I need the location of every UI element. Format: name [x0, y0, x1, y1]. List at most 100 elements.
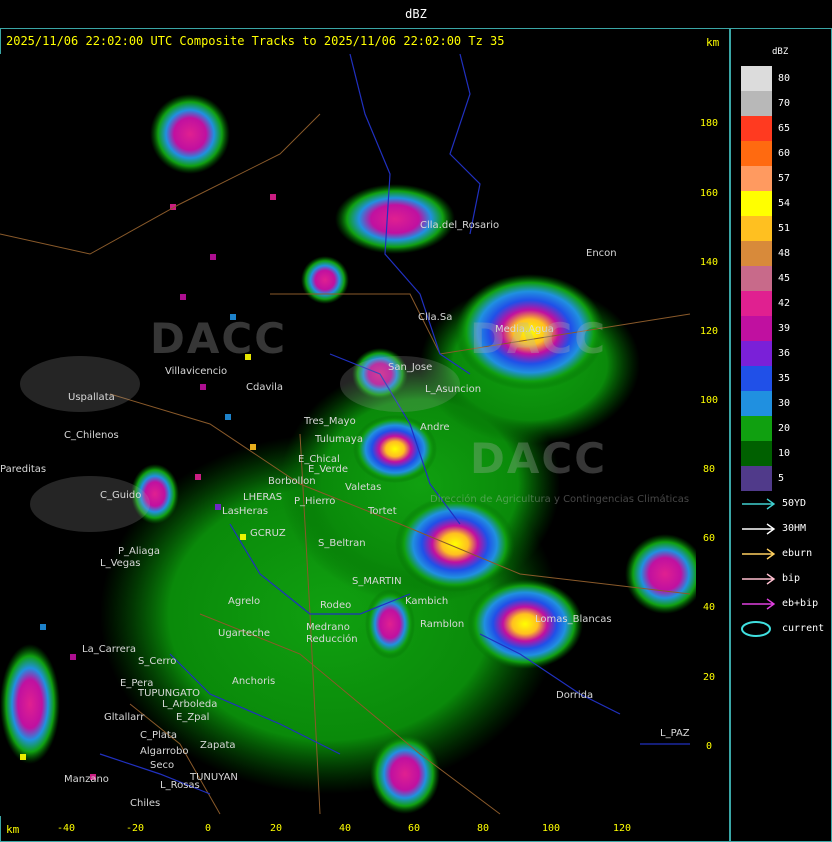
storm-cell [395, 496, 515, 592]
place-label: Andre [420, 422, 450, 433]
place-label: Cdavila [246, 382, 284, 393]
y-tick-label: 100 [699, 395, 719, 406]
place-label: Valetas [345, 482, 382, 493]
y-tick-label: 140 [699, 257, 719, 268]
place-label: Clla.del_Rosario [420, 220, 500, 231]
storm-cell [625, 534, 696, 614]
place-label: Ugarteche [218, 628, 270, 639]
place-label: L_Vegas [100, 558, 141, 569]
legend-swatch [741, 141, 772, 166]
storm-cell [150, 94, 230, 174]
place-label: GCRUZ [250, 528, 286, 539]
legend-swatch [741, 441, 772, 466]
track-legend-label: bip [782, 573, 801, 584]
legend-bin-label: 36 [778, 348, 791, 359]
place-label: E_Verde [308, 464, 348, 475]
place-label: Agrelo [228, 596, 261, 607]
place-label: E_Zpal [176, 712, 210, 723]
legend-bin-label: 10 [778, 448, 791, 459]
radar-map[interactable]: Clla.del_Rosario Encon Clla.Sa Media.Agu… [0, 54, 696, 816]
legend-swatch [741, 216, 772, 241]
place-label: Tulumaya [315, 434, 363, 445]
chart-title: dBZ [405, 7, 427, 21]
track-arrow-icon [742, 498, 776, 510]
legend-swatch [741, 291, 772, 316]
track-arrow-icon [742, 548, 776, 560]
place-label: Lomas_Blancas [535, 614, 612, 625]
legend-bin-label: 80 [778, 73, 791, 84]
place-label: Zapata [200, 740, 236, 751]
current-ellipse-icon [741, 621, 771, 637]
place-label: Pareditas [0, 464, 47, 475]
place-label: Clla.Sa [418, 312, 453, 323]
composite-tracks-subtitle: 2025/11/06 22:02:00 UTC Composite Tracks… [6, 34, 505, 48]
legend-bin-label: 20 [778, 423, 791, 434]
track-arrow-icon [742, 573, 776, 585]
y-tick-label: 160 [699, 188, 719, 199]
place-label: LasHeras [222, 506, 269, 517]
track-legend-label: eburn [782, 548, 813, 559]
place-label: Encon [586, 248, 617, 259]
place-label: Tortet [368, 506, 397, 517]
x-tick-label: 60 [407, 823, 421, 834]
track-arrow-icon [742, 598, 776, 610]
place-label: Villavicencio [165, 366, 228, 377]
place-label: P_Aliaga [118, 546, 161, 557]
place-label: S_Beltran [318, 538, 366, 549]
place-label: Algarrobo [140, 746, 189, 757]
legend-swatch [741, 416, 772, 441]
track-legend-label: current [782, 623, 825, 634]
watermark-text: DACC [470, 434, 608, 483]
legend-swatch [741, 66, 772, 91]
legend-swatch [741, 316, 772, 341]
legend-bin-label: 45 [778, 273, 791, 284]
legend-swatch [741, 341, 772, 366]
y-tick-label: 180 [699, 118, 719, 129]
legend-bin-label: 42 [778, 298, 791, 309]
legend-swatch [741, 241, 772, 266]
place-label: L_PAZ [660, 728, 690, 739]
y-tick-label: 60 [702, 533, 716, 544]
x-tick-label: 120 [612, 823, 632, 834]
legend-swatch [741, 91, 772, 116]
y-tick-label: 40 [702, 602, 716, 613]
x-tick-label: 0 [204, 823, 212, 834]
place-label: P_Hierro [294, 496, 336, 507]
legend-swatch [741, 391, 772, 416]
x-tick-label: -40 [56, 823, 76, 834]
legend-bin-label: 70 [778, 98, 791, 109]
legend-bin-label: 51 [778, 223, 791, 234]
place-label: Seco [150, 760, 175, 771]
place-label: C_Guido [100, 490, 142, 501]
place-label: L_Asuncion [425, 384, 482, 395]
y-tick-label: 20 [702, 672, 716, 683]
place-label: L_Arboleda [162, 699, 218, 710]
y-tick-label: 0 [705, 741, 713, 752]
km-label-top: km [706, 36, 720, 49]
place-label: S_MARTIN [352, 576, 402, 587]
legend-swatch [741, 116, 772, 141]
place-label: Borbollon [268, 476, 316, 487]
legend-bin-label: 5 [778, 473, 785, 484]
place-label: C_Chilenos [64, 430, 119, 441]
place-label: San_Jose [388, 362, 433, 373]
legend-bin-label: 35 [778, 373, 791, 384]
storm-cell [335, 184, 455, 254]
legend-bin-label: 57 [778, 173, 791, 184]
place-label: Kambich [405, 596, 449, 607]
place-label: Reducción [306, 634, 358, 645]
y-tick-label: 120 [699, 326, 719, 337]
track-arrow-icon [742, 523, 776, 535]
watermark-subtitle: Dirección de Agricultura y Contingencias… [430, 494, 690, 505]
legend-bin-label: 54 [778, 198, 791, 209]
x-tick-label: -20 [125, 823, 145, 834]
place-label: Ramblon [420, 619, 465, 630]
legend-swatch [741, 466, 772, 491]
legend-swatch [741, 266, 772, 291]
legend-swatch [741, 191, 772, 216]
place-label: S_Cerro [138, 656, 177, 667]
legend-bin-label: 48 [778, 248, 791, 259]
legend-bin-label: 65 [778, 123, 791, 134]
place-label: TUPUNGATO [138, 688, 201, 699]
storm-cell [0, 644, 60, 764]
